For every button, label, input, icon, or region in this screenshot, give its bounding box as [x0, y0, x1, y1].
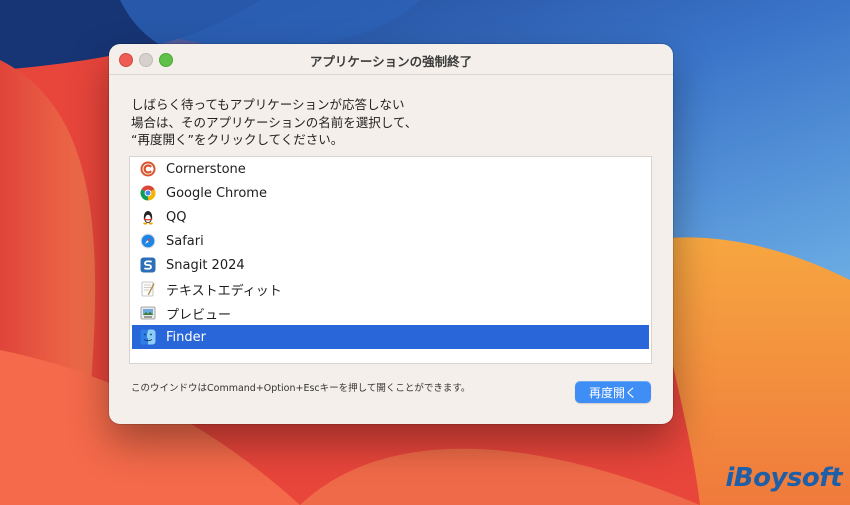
app-row-preview[interactable]: プレビュー — [130, 301, 651, 325]
app-row-textedit[interactable]: テキストエディット — [130, 277, 651, 301]
app-row-safari[interactable]: Safari — [130, 229, 651, 253]
instruction-line: しばらく待ってもアプリケーションが応答しない — [131, 97, 405, 112]
preview-icon — [140, 305, 156, 321]
instructions-text: しばらく待ってもアプリケーションが応答しない 場合は、そのアプリケーションの名前… — [131, 96, 551, 149]
app-name: Google Chrome — [166, 185, 267, 201]
app-name: QQ — [166, 209, 187, 225]
qq-penguin-icon — [140, 209, 156, 225]
app-row-cornerstone[interactable]: Cornerstone — [130, 157, 651, 181]
relaunch-button[interactable]: 再度開く — [575, 381, 651, 403]
app-list[interactable]: Cornerstone Google Chrome QQ Safari Snag… — [129, 156, 652, 364]
textedit-icon — [140, 281, 156, 297]
safari-compass-icon — [140, 233, 156, 249]
app-name: Safari — [166, 233, 204, 249]
finder-icon — [140, 329, 156, 345]
titlebar: アプリケーションの強制終了 — [109, 44, 673, 75]
app-name: プレビュー — [166, 307, 232, 323]
app-name: Cornerstone — [166, 161, 246, 177]
instruction-line: “再度開く”をクリックしてください。 — [131, 132, 344, 147]
app-row-snagit[interactable]: Snagit 2024 — [130, 253, 651, 277]
window-title: アプリケーションの強制終了 — [309, 54, 473, 69]
app-name: Finder — [166, 329, 206, 345]
iboysoft-watermark: iBoysoft — [725, 463, 842, 493]
chrome-icon — [140, 185, 156, 201]
cornerstone-icon — [140, 161, 156, 177]
snagit-icon — [140, 257, 156, 273]
app-row-finder[interactable]: Finder — [132, 325, 649, 349]
app-row-qq[interactable]: QQ — [130, 205, 651, 229]
shortcut-hint: このウインドウはCommand+Option+Escキーを押して開くことができま… — [131, 383, 471, 394]
app-row-google-chrome[interactable]: Google Chrome — [130, 181, 651, 205]
app-name: Snagit 2024 — [166, 257, 245, 273]
app-name: テキストエディット — [166, 283, 282, 299]
instruction-line: 場合は、そのアプリケーションの名前を選択して、 — [131, 114, 418, 130]
force-quit-window: アプリケーションの強制終了 しばらく待ってもアプリケーションが応答しない 場合は… — [109, 44, 673, 424]
